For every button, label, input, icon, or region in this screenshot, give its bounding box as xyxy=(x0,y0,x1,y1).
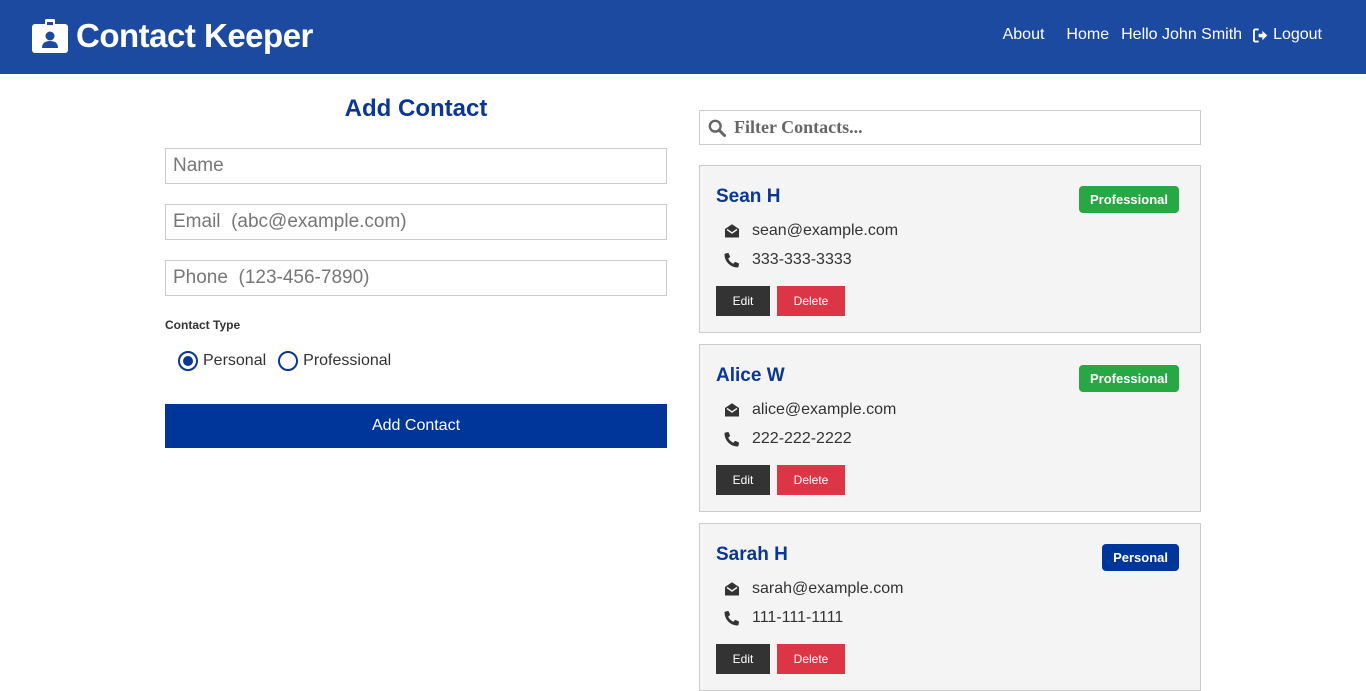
contact-card: Alice W Professional alice@example.com 2… xyxy=(699,344,1201,512)
contact-type-badge: Professional xyxy=(1078,365,1179,392)
filter-box xyxy=(699,110,1201,145)
contact-phone: 333-333-3333 xyxy=(752,251,852,268)
card-actions: Edit Delete xyxy=(716,465,845,495)
contact-type-badge: Professional xyxy=(1078,186,1179,213)
delete-button[interactable]: Delete xyxy=(777,644,845,674)
sign-out-icon xyxy=(1253,27,1268,43)
phone-icon xyxy=(724,431,740,447)
card-actions: Edit Delete xyxy=(716,644,845,674)
add-contact-button[interactable]: Add Contact xyxy=(165,404,667,448)
edit-button[interactable]: Edit xyxy=(716,644,770,674)
contacts-panel: Sean H Professional sean@example.com 333… xyxy=(699,110,1201,691)
email-input[interactable] xyxy=(165,204,667,240)
contact-type-badge: Personal xyxy=(1102,544,1179,571)
contact-email-row: sean@example.com xyxy=(724,222,898,240)
form-title: Add Contact xyxy=(344,95,488,122)
brand-title: Contact Keeper xyxy=(76,17,313,54)
envelope-open-icon xyxy=(725,224,739,238)
edit-button[interactable]: Edit xyxy=(716,286,770,316)
contact-type-options: Personal Professional xyxy=(178,351,667,371)
add-contact-form: Add Contact Contact Type Personal Profes… xyxy=(165,92,667,448)
contact-email: sarah@example.com xyxy=(752,580,904,597)
contact-name: Sean H xyxy=(716,186,781,207)
contact-card: Sean H Professional sean@example.com 333… xyxy=(699,165,1201,333)
contact-name: Sarah H xyxy=(716,544,788,565)
contact-email: sean@example.com xyxy=(752,222,899,239)
contact-phone: 111-111-1111 xyxy=(752,609,844,626)
phone-icon xyxy=(724,610,740,626)
nav-link-home[interactable]: Home xyxy=(1066,26,1109,44)
filter-input[interactable] xyxy=(734,111,1194,144)
brand[interactable]: Contact Keeper xyxy=(32,15,313,57)
phone-icon xyxy=(724,252,740,268)
edit-button[interactable]: Edit xyxy=(716,465,770,495)
envelope-open-icon xyxy=(725,403,739,417)
phone-input[interactable] xyxy=(165,260,667,296)
contact-phone-row: 333-333-3333 xyxy=(724,251,852,269)
radio-personal-label[interactable]: Personal xyxy=(203,352,266,370)
nav-link-about[interactable]: About xyxy=(1003,26,1045,44)
user-greeting: Hello John Smith xyxy=(1121,26,1243,43)
navbar: Contact Keeper About Home Hello John Smi… xyxy=(0,0,1366,74)
radio-professional-label[interactable]: Professional xyxy=(303,352,391,370)
delete-button[interactable]: Delete xyxy=(777,465,845,495)
contact-phone-row: 222-222-2222 xyxy=(724,430,852,448)
search-icon xyxy=(708,119,726,137)
delete-button[interactable]: Delete xyxy=(777,286,845,316)
contact-email: alice@example.com xyxy=(752,401,897,418)
name-input[interactable] xyxy=(165,148,667,184)
contact-phone: 222-222-2222 xyxy=(752,430,852,447)
contact-email-row: alice@example.com xyxy=(724,401,896,419)
nav-links: About Home Hello John Smith Logout xyxy=(1003,26,1322,44)
contact-card: Sarah H Personal sarah@example.com 111-1… xyxy=(699,523,1201,691)
contact-type-label: Contact Type xyxy=(165,318,241,332)
contact-phone-row: 111-111-1111 xyxy=(724,609,843,627)
envelope-open-icon xyxy=(725,582,739,596)
logout-label: Logout xyxy=(1273,26,1322,43)
contact-email-row: sarah@example.com xyxy=(724,580,903,598)
logout-link[interactable]: Logout xyxy=(1253,26,1322,44)
id-badge-icon xyxy=(32,19,68,53)
radio-personal[interactable] xyxy=(178,351,198,371)
card-actions: Edit Delete xyxy=(716,286,845,316)
contact-name: Alice W xyxy=(716,365,785,386)
radio-professional[interactable] xyxy=(278,351,299,371)
